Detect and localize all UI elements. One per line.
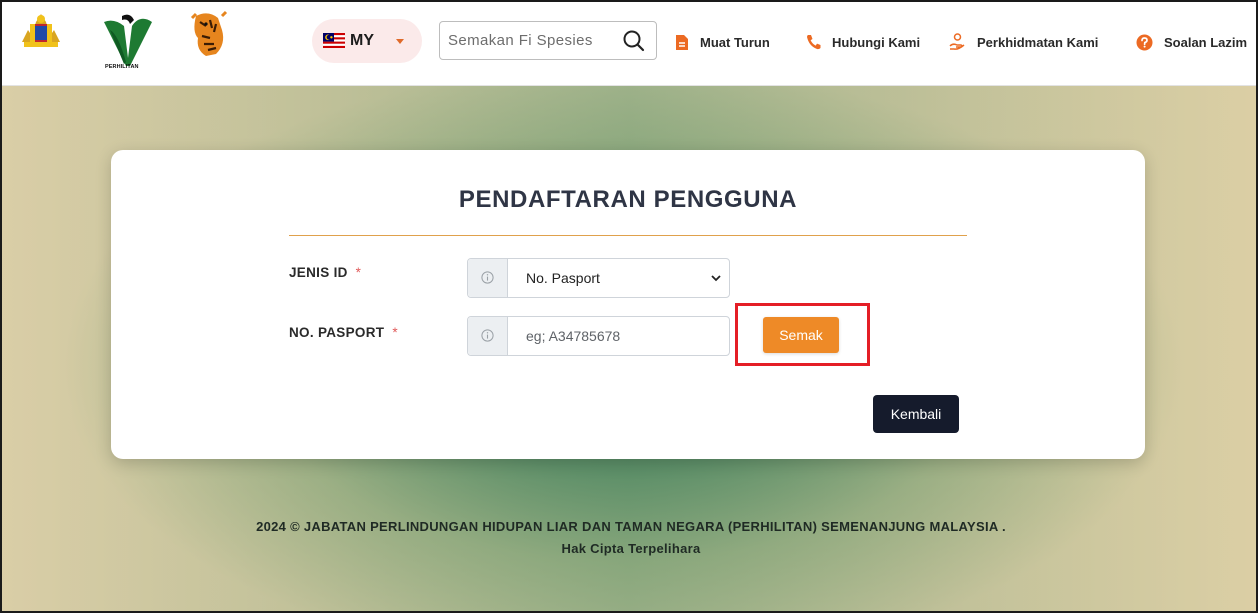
nav-label: Soalan Lazim [1164,34,1248,50]
nav-label: Muat Turun [700,34,770,50]
input-addon [468,317,508,355]
passport-label: NO. PASPORT * [289,325,398,340]
registration-card: PENDAFTARAN PENGGUNA JENIS ID * No. Paspo… [111,150,1145,459]
info-icon [481,271,494,284]
highlight-annotation [735,303,870,366]
page-frame: PERHILITAN MY Semakan Fi Spesies Muat Tu… [0,0,1258,613]
top-header: PERHILITAN MY Semakan Fi Spesies Muat Tu… [2,2,1256,86]
kembali-button[interactable]: Kembali [873,395,959,433]
perhilitan-logo[interactable] [100,12,156,72]
nav-soalan-lazim[interactable]: Soalan Lazim [1136,32,1247,52]
nav-label: Hubungi Kami [832,34,921,50]
id-type-label-text: JENIS ID [289,265,348,280]
service-hand-icon [949,33,965,50]
search-icon[interactable] [622,29,646,53]
help-icon [1136,34,1153,50]
id-type-label: JENIS ID * [289,265,361,280]
footer: 2024 © JABATAN PERLINDUNGAN HIDUPAN LIAR… [2,516,1256,560]
language-selector[interactable]: MY [312,19,422,63]
id-type-select[interactable]: No. Pasport [467,258,730,298]
nav-perkhidmatan-kami[interactable]: Perkhidmatan Kami [949,32,1098,52]
input-addon [468,259,508,297]
nav-muat-turun[interactable]: Muat Turun [675,32,770,52]
title-divider [289,235,967,236]
rights-reserved-text: Hak Cipta Terpelihara [561,541,701,556]
passport-label-text: NO. PASPORT [289,325,385,340]
required-marker: * [355,265,362,280]
perhilitan-logo-text: PERHILITAN [105,64,139,70]
required-marker: * [392,325,398,340]
search-input[interactable] [448,22,618,59]
passport-input[interactable] [518,318,723,354]
copyright-text: 2024 © JABATAN PERLINDUNGAN HIDUPAN LIAR… [256,519,1006,534]
chevron-down-icon [711,275,721,282]
passport-field [467,316,730,356]
language-label: MY [350,32,374,49]
id-type-selected-value: No. Pasport [526,270,600,286]
tiger-logo[interactable] [186,10,230,58]
nav-label: Perkhidmatan Kami [977,34,1099,50]
info-icon [481,329,494,342]
page-title: PENDAFTARAN PENGGUNA [458,186,798,213]
chevron-down-icon [396,39,404,44]
malaysia-flag-icon [323,33,345,48]
phone-icon [807,35,821,50]
document-icon [676,34,688,50]
coat-of-arms-logo[interactable] [18,12,64,50]
species-fee-search [439,21,657,60]
nav-hubungi-kami[interactable]: Hubungi Kami [806,32,920,52]
